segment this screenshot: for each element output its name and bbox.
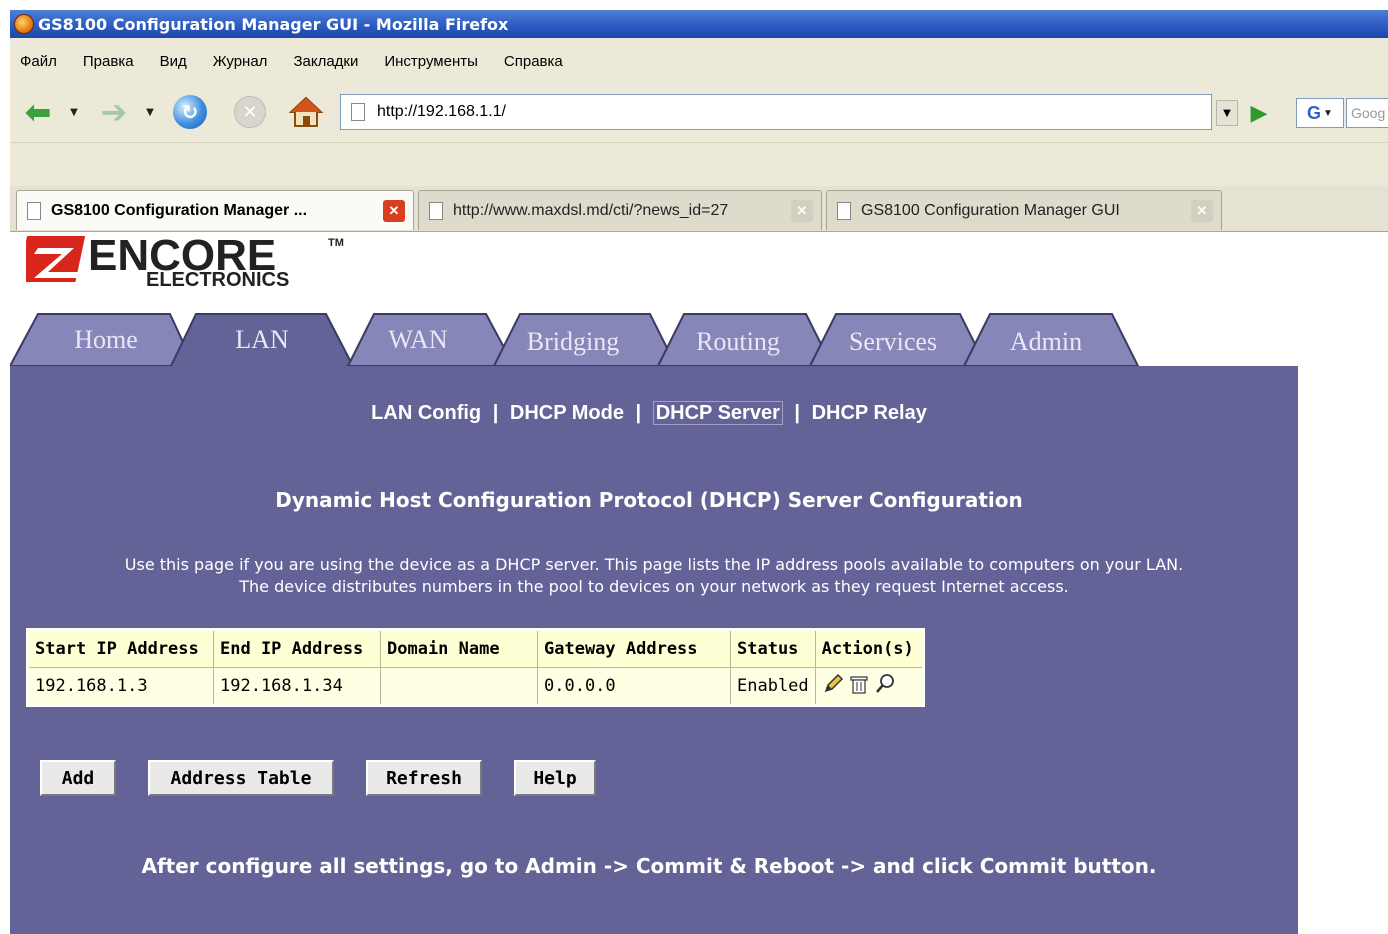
- reload-button[interactable]: ↻: [170, 92, 210, 132]
- svg-text:Routing: Routing: [696, 327, 780, 356]
- home-button[interactable]: [286, 92, 326, 132]
- delete-icon[interactable]: [848, 673, 870, 695]
- page-icon: [351, 103, 365, 121]
- browser-tab-3[interactable]: GS8100 Configuration Manager GUI ✕: [826, 190, 1222, 230]
- url-history-dropdown[interactable]: ▼: [1216, 100, 1238, 126]
- page-icon: [837, 201, 851, 220]
- col-gateway: Gateway Address: [537, 629, 731, 668]
- close-tab-icon[interactable]: ✕: [1191, 199, 1213, 222]
- stop-button[interactable]: ✕: [230, 92, 270, 132]
- bookmarks-toolbar: [10, 142, 1388, 186]
- tab-routing[interactable]: Routing: [656, 313, 834, 367]
- tab-services[interactable]: Services: [808, 313, 988, 367]
- firefox-icon: [14, 14, 34, 34]
- home-icon: [289, 96, 323, 127]
- col-status: Status: [730, 629, 816, 668]
- browser-tab-1[interactable]: GS8100 Configuration Manager ... ✕: [16, 190, 414, 230]
- col-start-ip: Start IP Address: [27, 629, 214, 668]
- view-icon[interactable]: [874, 673, 896, 695]
- window-titlebar: GS8100 Configuration Manager GUI - Mozil…: [10, 10, 1388, 38]
- search-input[interactable]: Goog: [1346, 98, 1388, 128]
- add-button[interactable]: Add: [40, 760, 116, 796]
- subnav-lan-config[interactable]: LAN Config: [371, 402, 481, 424]
- cell-gateway: 0.0.0.0: [537, 667, 731, 706]
- page-icon: [429, 201, 443, 220]
- stop-icon: ✕: [234, 96, 266, 128]
- logo-tm-text: TM: [328, 237, 344, 249]
- browser-tab-title: http://www.maxdsl.md/cti/?news_id=27: [453, 201, 729, 219]
- navigation-toolbar: ⬅ ▼ ➔ ▼ ↻ ✕ http://192.168.1.1/ ▼ ▶ G ▼ …: [10, 84, 1388, 142]
- close-tab-icon[interactable]: ✕: [791, 199, 813, 222]
- go-button[interactable]: ▶: [1242, 98, 1276, 128]
- refresh-button[interactable]: Refresh: [366, 760, 482, 796]
- browser-tab-title: GS8100 Configuration Manager GUI: [861, 201, 1120, 219]
- col-actions: Action(s): [814, 629, 924, 668]
- close-tab-icon[interactable]: ✕: [383, 199, 405, 222]
- search-engine-selector[interactable]: G ▼: [1296, 98, 1344, 128]
- logo-sub-text: ELECTRONICS: [146, 269, 289, 291]
- chevron-down-icon: ▼: [1323, 107, 1333, 119]
- go-arrow-icon: ▶: [1250, 100, 1268, 126]
- window-title: GS8100 Configuration Manager GUI - Mozil…: [38, 14, 509, 34]
- table-row: 192.168.1.3 192.168.1.34 0.0.0.0 Enabled: [27, 667, 924, 706]
- dhcp-pool-table: Start IP Address End IP Address Domain N…: [26, 628, 925, 707]
- edit-icon[interactable]: [822, 673, 844, 695]
- svg-text:LAN: LAN: [235, 325, 289, 354]
- back-arrow-icon: ⬅: [24, 93, 52, 131]
- logo-mark: [26, 236, 86, 282]
- tab-admin[interactable]: Admin: [962, 313, 1140, 367]
- cell-status: Enabled: [730, 667, 816, 706]
- svg-text:Bridging: Bridging: [527, 327, 619, 356]
- tab-lan[interactable]: LAN: [168, 313, 356, 368]
- page-title: Dynamic Host Configuration Protocol (DHC…: [275, 488, 1023, 512]
- menu-bookmarks[interactable]: Закладки: [293, 53, 358, 70]
- cell-end-ip: 192.168.1.34: [213, 667, 381, 706]
- main-tab-bar: Home LAN WAN Bridging Routing Services A…: [10, 313, 1140, 368]
- cell-start-ip: 192.168.1.3: [27, 667, 214, 706]
- col-end-ip: End IP Address: [213, 629, 381, 668]
- help-button[interactable]: Help: [514, 760, 596, 796]
- commit-instruction: After configure all settings, go to Admi…: [141, 854, 1157, 878]
- tab-home[interactable]: Home: [10, 313, 196, 367]
- forward-history-dropdown[interactable]: ▼: [142, 92, 158, 132]
- back-history-dropdown[interactable]: ▼: [66, 92, 82, 132]
- page-description: Use this page if you are using the devic…: [20, 554, 1288, 598]
- back-button[interactable]: ⬅: [18, 92, 58, 132]
- forward-button[interactable]: ➔: [94, 92, 134, 132]
- page-icon: [27, 201, 41, 220]
- tab-bridging[interactable]: Bridging: [492, 313, 678, 367]
- menu-edit[interactable]: Правка: [83, 53, 134, 70]
- svg-text:Services: Services: [849, 327, 937, 356]
- reload-icon: ↻: [173, 95, 207, 129]
- cell-actions: [814, 667, 924, 706]
- svg-text:Admin: Admin: [1010, 327, 1082, 356]
- menu-bar: Файл Правка Вид Журнал Закладки Инструме…: [10, 38, 1388, 84]
- svg-text:Home: Home: [74, 325, 138, 354]
- sub-navigation: LAN Config | DHCP Mode | DHCP Server | D…: [371, 401, 927, 425]
- url-text: http://192.168.1.1/: [377, 103, 506, 120]
- cell-domain: [380, 667, 538, 706]
- encore-logo: ENCORE TM ELECTRONICS: [26, 232, 344, 291]
- browser-tab-title: GS8100 Configuration Manager ...: [51, 201, 308, 219]
- col-domain-name: Domain Name: [380, 629, 538, 668]
- tab-wan[interactable]: WAN: [346, 313, 516, 367]
- google-icon: G: [1307, 102, 1322, 123]
- address-bar[interactable]: http://192.168.1.1/: [340, 94, 1212, 130]
- menu-history[interactable]: Журнал: [213, 53, 268, 70]
- svg-text:WAN: WAN: [388, 325, 447, 354]
- subnav-dhcp-server[interactable]: DHCP Server: [652, 401, 783, 425]
- address-table-button[interactable]: Address Table: [148, 760, 334, 796]
- subnav-dhcp-relay[interactable]: DHCP Relay: [812, 402, 927, 424]
- menu-tools[interactable]: Инструменты: [384, 53, 478, 70]
- menu-help[interactable]: Справка: [504, 53, 563, 70]
- menu-view[interactable]: Вид: [160, 53, 187, 70]
- menu-file[interactable]: Файл: [20, 53, 57, 70]
- table-header-row: Start IP Address End IP Address Domain N…: [27, 629, 924, 668]
- browser-tab-strip: GS8100 Configuration Manager ... ✕ http:…: [10, 186, 1388, 232]
- forward-arrow-icon: ➔: [100, 93, 128, 131]
- description-line-2: The device distributes numbers in the po…: [239, 577, 1069, 596]
- browser-tab-2[interactable]: http://www.maxdsl.md/cti/?news_id=27 ✕: [418, 190, 822, 230]
- subnav-dhcp-mode[interactable]: DHCP Mode: [510, 402, 624, 424]
- description-line-1: Use this page if you are using the devic…: [124, 555, 1184, 574]
